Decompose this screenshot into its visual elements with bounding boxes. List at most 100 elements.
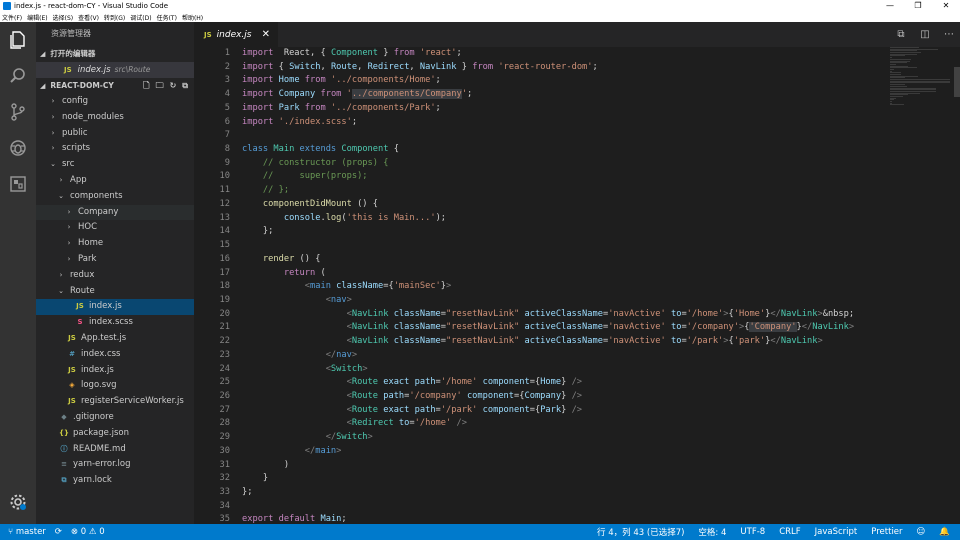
new-folder-icon[interactable]: 🗀: [156, 78, 164, 94]
code-token: ;: [466, 89, 473, 100]
menu-help[interactable]: 帮助(H): [182, 13, 203, 22]
code-line: 24 <Switch>: [194, 363, 890, 377]
explorer-icon[interactable]: [0, 22, 36, 58]
code-text: <main className={'mainSec'}>: [242, 280, 451, 294]
formatter[interactable]: Prettier: [871, 527, 902, 537]
tree-item[interactable]: ◈ logo.svg: [36, 378, 194, 394]
tree-item[interactable]: JS App.test.js: [36, 331, 194, 347]
line-number: 27: [219, 404, 230, 415]
line-number: 30: [219, 445, 230, 456]
menu-debug[interactable]: 调试(D): [130, 13, 151, 22]
tree-item[interactable]: ≡ yarn-error.log: [36, 457, 194, 473]
code-token: "resetNavLink": [446, 322, 520, 333]
close-button[interactable]: ✕: [932, 0, 960, 12]
tree-item[interactable]: › node_modules: [36, 110, 194, 126]
menu-go[interactable]: 转到(G): [104, 13, 125, 22]
sync-icon[interactable]: ⟳: [55, 527, 62, 537]
cursor-position[interactable]: 行 4，列 43 (已选择7): [597, 526, 684, 538]
code-line: 27 <Route exact path='/park' component={…: [194, 404, 890, 418]
tree-item[interactable]: › App: [36, 173, 194, 189]
tree-item[interactable]: › config: [36, 94, 194, 110]
tree-item-label: scripts: [62, 143, 91, 154]
project-section[interactable]: ◢ REACT-DOM-CY 🗋 🗀 ↻ ⧉: [36, 78, 194, 94]
chevron-right-icon: ›: [67, 239, 71, 248]
tree-item[interactable]: Sindex.scss: [36, 315, 194, 331]
search-icon[interactable]: [0, 58, 36, 94]
tree-item[interactable]: ⓘ README.md: [36, 442, 194, 458]
language-mode[interactable]: JavaScript: [815, 527, 858, 537]
code-editor[interactable]: 1 import React, { Component } from 'react…: [194, 47, 890, 524]
menu-tasks[interactable]: 任务(T): [157, 13, 177, 22]
debug-icon[interactable]: [0, 130, 36, 166]
tree-item[interactable]: ⧉ yarn.lock: [36, 473, 194, 489]
tree-item[interactable]: › HOC: [36, 220, 194, 236]
menu-view[interactable]: 查看(V): [78, 13, 99, 22]
tree-item[interactable]: › Company: [36, 204, 194, 221]
maximize-button[interactable]: ❐: [904, 0, 932, 12]
line-number: 31: [219, 459, 230, 470]
code-token: </: [325, 349, 337, 360]
split-editor-icon[interactable]: ◫: [918, 29, 932, 40]
refresh-icon[interactable]: ↻: [170, 78, 177, 94]
more-actions-icon[interactable]: ⋯: [942, 29, 956, 40]
code-token: '/company': [686, 322, 739, 333]
collapse-all-icon[interactable]: ⧉: [182, 78, 188, 94]
code-token: '/company': [409, 390, 462, 401]
tree-item[interactable]: JS index.js: [36, 299, 194, 316]
feedback-smiley-icon[interactable]: ☺: [917, 527, 926, 537]
problems-item[interactable]: ⊗ 0 ⚠ 0: [71, 527, 105, 537]
end-of-line[interactable]: CRLF: [779, 527, 800, 537]
tree-item[interactable]: › redux: [36, 268, 194, 284]
tree-item[interactable]: # index.css: [36, 347, 194, 363]
indentation[interactable]: 空格: 4: [698, 526, 726, 538]
code-text: <Redirect to='/home' />: [242, 417, 467, 431]
source-control-icon[interactable]: [0, 94, 36, 130]
code-line: 7: [194, 129, 890, 143]
new-file-icon[interactable]: 🗋: [143, 78, 149, 94]
tree-item-label: index.js: [89, 301, 122, 312]
menu-file[interactable]: 文件(F): [2, 13, 22, 22]
tree-item[interactable]: ⌄ components: [36, 189, 194, 205]
code-token: '../components/Park': [330, 102, 436, 113]
tree-item[interactable]: › public: [36, 126, 194, 142]
file-type-icon: ⓘ: [60, 444, 68, 453]
menu-bar: 文件(F) 编辑(E) 选择(S) 查看(V) 转到(G) 调试(D) 任务(T…: [0, 12, 960, 22]
settings-gear-icon[interactable]: [0, 484, 36, 520]
tree-item[interactable]: › Home: [36, 236, 194, 252]
tab-close-icon[interactable]: ✕: [262, 29, 270, 40]
code-token: 'mainSec': [393, 281, 441, 292]
tree-item[interactable]: JS registerServiceWorker.js: [36, 394, 194, 410]
tree-item[interactable]: JS index.js: [36, 363, 194, 379]
open-editor-item[interactable]: JS index.js src\Route: [36, 62, 194, 78]
tree-item[interactable]: ◆ .gitignore: [36, 410, 194, 426]
menu-selection[interactable]: 选择(S): [53, 13, 74, 22]
tree-item[interactable]: ⌄ src: [36, 157, 194, 173]
code-token: '/home': [414, 418, 452, 429]
encoding[interactable]: UTF-8: [740, 527, 765, 537]
tree-item[interactable]: ⌄ Route: [36, 284, 194, 300]
notifications-bell-icon[interactable]: 🔔: [939, 527, 950, 537]
code-token: );: [435, 212, 447, 223]
tab-index-js[interactable]: JS index.js ✕: [194, 22, 278, 47]
open-changes-icon[interactable]: ⧉: [894, 29, 908, 40]
menu-edit[interactable]: 编辑(E): [27, 13, 47, 22]
tree-item[interactable]: › scripts: [36, 141, 194, 157]
code-token: '/home': [686, 308, 724, 319]
git-branch-item[interactable]: ⑂ master: [8, 527, 46, 537]
tree-item-label: components: [70, 190, 123, 201]
code-token: ;: [456, 48, 462, 58]
tree-item[interactable]: {} package.json: [36, 426, 194, 442]
line-number: 9: [224, 157, 230, 168]
open-editors-section[interactable]: ◢ 打开的编辑器: [36, 46, 194, 62]
minimap[interactable]: [890, 47, 960, 107]
code-token: "resetNavLink": [446, 336, 520, 347]
tree-item-label: index.js: [81, 364, 114, 375]
extensions-icon[interactable]: [0, 166, 36, 202]
tree-item[interactable]: › Park: [36, 252, 194, 268]
code-token: {: [273, 61, 290, 72]
editor-scrollbar[interactable]: [954, 67, 960, 97]
minimize-button[interactable]: —: [876, 0, 904, 12]
minimap-line: [890, 104, 904, 106]
